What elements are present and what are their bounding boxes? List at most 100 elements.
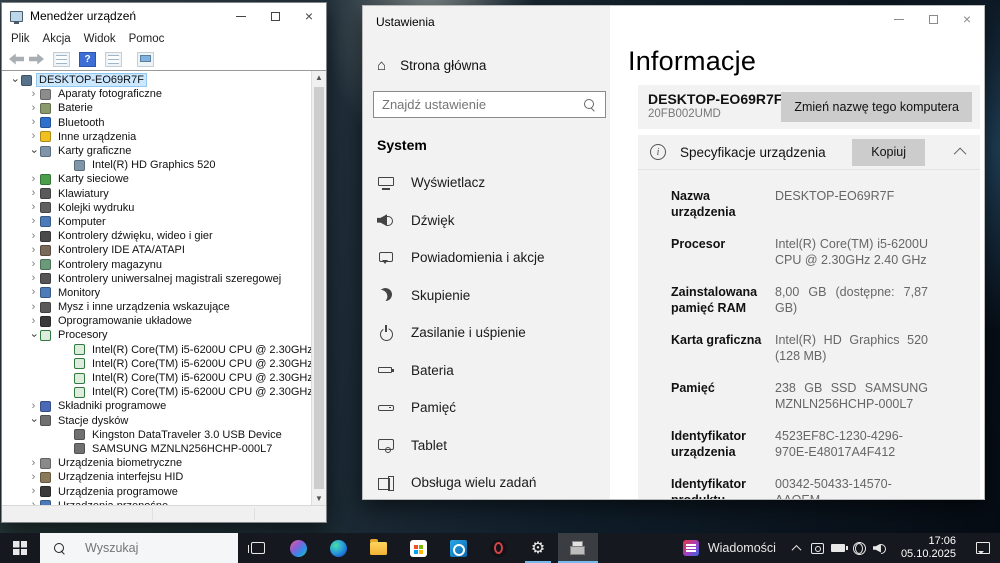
menu-item[interactable]: Widok bbox=[84, 33, 116, 45]
network-tray-button[interactable] bbox=[851, 533, 868, 563]
expander-icon[interactable] bbox=[27, 302, 40, 313]
expander-icon[interactable] bbox=[27, 131, 40, 142]
expander-icon[interactable] bbox=[27, 486, 40, 497]
tree-item[interactable]: Kontrolery IDE ATA/ATAPI bbox=[2, 243, 311, 257]
expander-icon[interactable] bbox=[27, 103, 40, 114]
expander-icon[interactable] bbox=[27, 401, 40, 412]
settings-nav-item[interactable]: Powiadomienia i akcje bbox=[363, 239, 610, 277]
menu-item[interactable]: Pomoc bbox=[129, 33, 165, 45]
tree-item[interactable]: SAMSUNG MZNLN256HCHP-000L7 bbox=[2, 442, 311, 456]
expander-icon[interactable] bbox=[28, 414, 39, 427]
tree-item[interactable]: Intel(R) Core(TM) i5-6200U CPU @ 2.30GHz bbox=[2, 357, 311, 371]
menu-item[interactable]: Akcja bbox=[43, 33, 71, 45]
tree-item[interactable]: Komputer bbox=[2, 215, 311, 229]
tree-item[interactable]: DESKTOP-EO69R7F bbox=[2, 73, 311, 88]
copy-button[interactable]: Kopiuj bbox=[852, 138, 925, 166]
menu-item[interactable]: Plik bbox=[11, 33, 30, 45]
expander-icon[interactable] bbox=[28, 329, 39, 342]
maximize-button[interactable] bbox=[916, 6, 950, 32]
expander-icon[interactable] bbox=[27, 245, 40, 256]
scroll-down-icon[interactable]: ▼ bbox=[312, 494, 326, 503]
battery-tray-button[interactable] bbox=[830, 533, 849, 563]
maximize-button[interactable] bbox=[258, 3, 292, 29]
expander-icon[interactable] bbox=[27, 458, 40, 469]
forward-icon[interactable] bbox=[29, 54, 44, 65]
expander-icon[interactable] bbox=[28, 145, 39, 158]
list-view-icon[interactable] bbox=[53, 51, 70, 67]
expander-icon[interactable] bbox=[27, 231, 40, 242]
edge-button[interactable] bbox=[318, 533, 358, 563]
tree-item[interactable]: Oprogramowanie układowe bbox=[2, 314, 311, 328]
tree-item[interactable]: Klawiatury bbox=[2, 187, 311, 201]
tree-item[interactable]: Baterie bbox=[2, 101, 311, 115]
tree-item[interactable]: Karty graficzne bbox=[2, 144, 311, 158]
cast-tray-button[interactable] bbox=[809, 533, 826, 563]
action-center-button[interactable] bbox=[966, 533, 1000, 563]
copilot-button[interactable] bbox=[278, 533, 318, 563]
settings-nav-item[interactable]: Skupienie bbox=[363, 277, 610, 315]
tree-item[interactable]: Stacje dysków bbox=[2, 414, 311, 428]
tree-item[interactable]: Kontrolery dźwięku, wideo i gier bbox=[2, 229, 311, 243]
tree-item[interactable]: Intel(R) Core(TM) i5-6200U CPU @ 2.30GHz bbox=[2, 343, 311, 357]
settings-nav-item[interactable]: Obsługa wielu zadań bbox=[363, 464, 610, 499]
settings-nav-item[interactable]: Wyświetlacz bbox=[363, 164, 610, 202]
device-manager-taskbar-button[interactable] bbox=[558, 533, 598, 563]
collapse-chevron-icon[interactable] bbox=[953, 147, 967, 160]
expander-icon[interactable] bbox=[27, 273, 40, 284]
expander-icon[interactable] bbox=[27, 188, 40, 199]
store-button[interactable] bbox=[398, 533, 438, 563]
expander-icon[interactable] bbox=[27, 287, 40, 298]
search-icon[interactable] bbox=[584, 99, 595, 110]
help-icon[interactable]: ? bbox=[79, 51, 96, 67]
tree-item[interactable]: Składniki programowe bbox=[2, 399, 311, 413]
tree-item[interactable]: Kontrolery magazynu bbox=[2, 257, 311, 271]
device-manager-titlebar[interactable]: Menedżer urządzeń × bbox=[2, 3, 326, 29]
rename-computer-button[interactable]: Zmień nazwę tego komputera bbox=[781, 92, 972, 122]
tree-item[interactable]: Urządzenia programowe bbox=[2, 484, 311, 498]
tree-item[interactable]: Karty sieciowe bbox=[2, 172, 311, 186]
news-widget[interactable]: Wiadomości bbox=[671, 533, 788, 563]
volume-tray-button[interactable] bbox=[872, 533, 889, 563]
opera-button[interactable] bbox=[478, 533, 518, 563]
expander-icon[interactable] bbox=[27, 216, 40, 227]
expander-icon[interactable] bbox=[27, 259, 40, 270]
scan-hardware-icon[interactable] bbox=[137, 51, 154, 67]
properties-icon[interactable] bbox=[105, 51, 122, 67]
expander-icon[interactable] bbox=[27, 472, 40, 483]
tree-item[interactable]: Inne urządzenia bbox=[2, 130, 311, 144]
hidden-icons-button[interactable] bbox=[788, 533, 805, 563]
expander-icon[interactable] bbox=[27, 202, 40, 213]
file-explorer-button[interactable] bbox=[358, 533, 398, 563]
settings-nav-item[interactable]: Dźwięk bbox=[363, 202, 610, 240]
tree-item[interactable]: Kontrolery uniwersalnej magistrali szere… bbox=[2, 272, 311, 286]
scroll-up-icon[interactable]: ▲ bbox=[312, 73, 326, 82]
tree-item[interactable]: Monitory bbox=[2, 286, 311, 300]
settings-nav-item[interactable]: Tablet bbox=[363, 427, 610, 465]
expander-icon[interactable] bbox=[27, 89, 40, 100]
tree-item[interactable]: Intel(R) Core(TM) i5-6200U CPU @ 2.30GHz bbox=[2, 385, 311, 399]
tree-item[interactable]: Kolejki wydruku bbox=[2, 201, 311, 215]
start-button[interactable] bbox=[0, 533, 40, 563]
tree-item[interactable]: Urządzenia interfejsu HID bbox=[2, 470, 311, 484]
tree-item[interactable]: Intel(R) HD Graphics 520 bbox=[2, 158, 311, 172]
tree-item[interactable]: Intel(R) Core(TM) i5-6200U CPU @ 2.30GHz bbox=[2, 371, 311, 385]
tree-item[interactable]: Aparaty fotograficzne bbox=[2, 87, 311, 101]
close-button[interactable]: × bbox=[292, 3, 326, 29]
expander-icon[interactable] bbox=[27, 117, 40, 128]
expander-icon[interactable] bbox=[27, 316, 40, 327]
expander-icon[interactable] bbox=[27, 174, 40, 185]
tree-scrollbar[interactable]: ▲ ▼ bbox=[311, 71, 326, 505]
settings-nav-item[interactable]: Bateria bbox=[363, 352, 610, 390]
minimize-button[interactable] bbox=[224, 3, 258, 29]
taskbar-search-input[interactable] bbox=[85, 541, 205, 555]
task-view-button[interactable] bbox=[238, 533, 278, 563]
clock[interactable]: 17:06 05.10.2025 bbox=[893, 533, 966, 563]
minimize-button[interactable] bbox=[882, 6, 916, 32]
close-button[interactable]: × bbox=[950, 6, 984, 32]
scrollbar-thumb[interactable] bbox=[314, 87, 324, 489]
outlook-button[interactable] bbox=[438, 533, 478, 563]
settings-taskbar-button[interactable]: ⚙ bbox=[518, 533, 558, 563]
tree-item[interactable]: Procesory bbox=[2, 328, 311, 342]
tree-item[interactable]: Mysz i inne urządzenia wskazujące bbox=[2, 300, 311, 314]
expander-icon[interactable] bbox=[9, 74, 20, 87]
